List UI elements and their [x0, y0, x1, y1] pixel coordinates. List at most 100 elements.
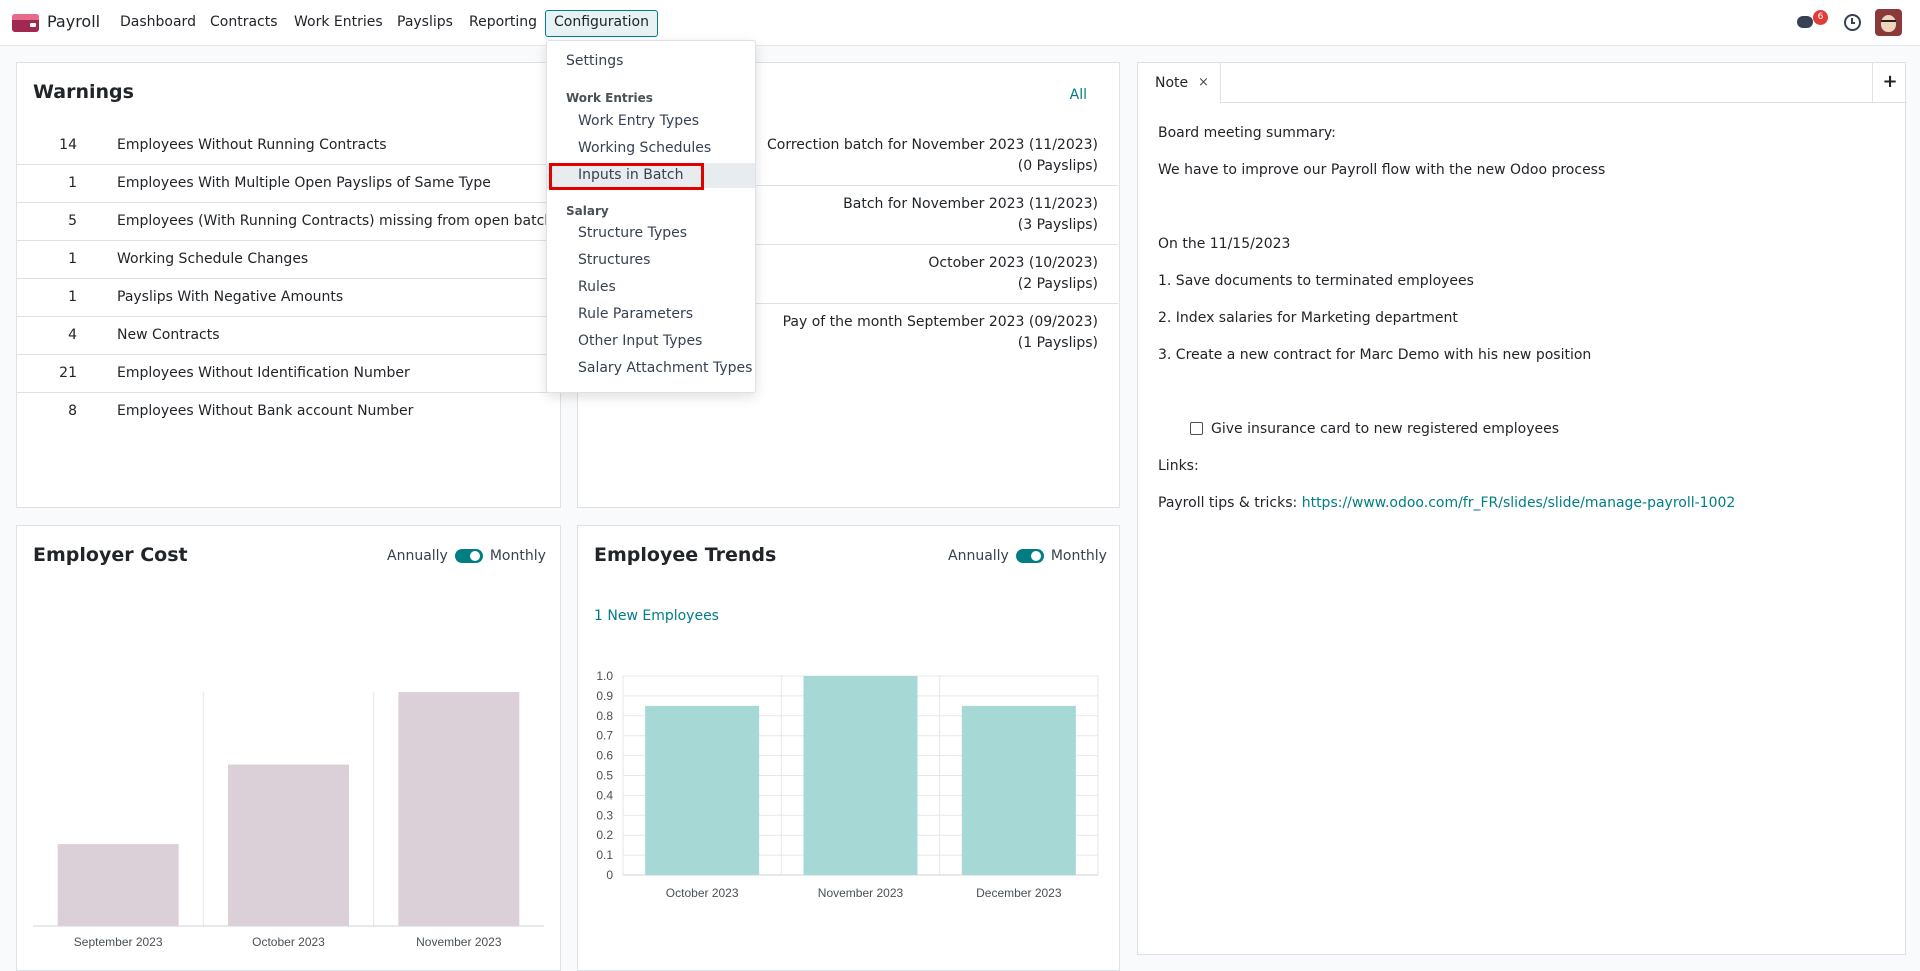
note-text: 1. Save documents to terminated employee… — [1158, 273, 1474, 289]
menu-work-entries[interactable]: Work Entries — [294, 14, 383, 30]
tab-note[interactable]: Note × — [1138, 63, 1221, 103]
chart-bar — [228, 764, 349, 926]
warning-label: Working Schedule Changes — [117, 251, 309, 267]
menu-item-label: Other Input Types — [578, 333, 703, 349]
menu-item-structure-types[interactable]: Structure Types — [547, 221, 755, 246]
chart-bar — [645, 705, 760, 875]
toggle-annually-label: Annually — [948, 548, 1009, 564]
tab-note-label: Note — [1155, 75, 1189, 91]
close-icon[interactable]: × — [1198, 75, 1209, 90]
y-tick-label: 0 — [606, 868, 613, 882]
employer-cost-card: Employer Cost Annually Monthly September… — [16, 525, 561, 971]
menu-item-label: Rules — [578, 279, 616, 295]
warning-label: Employees (With Running Contracts) missi… — [117, 213, 570, 229]
activity-clock-icon[interactable] — [1844, 14, 1861, 31]
user-avatar[interactable] — [1875, 9, 1902, 36]
menu-reporting[interactable]: Reporting — [469, 14, 537, 30]
all-batches-link[interactable]: All — [1070, 87, 1087, 103]
employer-cost-chart: September 2023 October 2023 November 2023 — [33, 692, 544, 949]
warning-label: Employees Without Bank account Number — [117, 403, 414, 419]
y-tick-label: 0.5 — [596, 769, 613, 783]
warning-label: Employees Without Running Contracts — [117, 137, 387, 153]
employer-cost-title: Employer Cost — [33, 544, 188, 566]
y-tick-label: 0.3 — [596, 808, 613, 822]
batch-payslip-count: (2 Payslips) — [1017, 276, 1098, 292]
chat-badge: 6 — [1813, 10, 1828, 25]
menu-item-other-input-types[interactable]: Other Input Types — [547, 329, 755, 354]
warning-count: 8 — [68, 403, 77, 419]
warning-row[interactable]: 1 Working Schedule Changes — [17, 241, 561, 279]
period-switch[interactable] — [1015, 549, 1044, 563]
warnings-title: Warnings — [33, 81, 134, 103]
batch-name: Pay of the month September 2023 (09/2023… — [782, 314, 1098, 330]
employee-trends-card: Employee Trends Annually Monthly 1 New E… — [577, 525, 1120, 971]
payroll-tips-link[interactable]: https://www.odoo.com/fr_FR/slides/slide/… — [1302, 495, 1736, 511]
batch-payslip-count: (0 Payslips) — [1017, 158, 1098, 174]
top-navbar: Payroll Dashboard Contracts Work Entries… — [0, 0, 1920, 46]
warning-row[interactable]: 14 Employees Without Running Contracts — [17, 127, 561, 165]
menu-section-work-entries: Work Entries — [566, 91, 653, 105]
menu-dashboard[interactable]: Dashboard — [120, 14, 196, 30]
warning-count: 4 — [68, 327, 77, 343]
menu-configuration[interactable]: Configuration — [545, 10, 658, 37]
x-tick-label: October 2023 — [666, 886, 739, 900]
toggle-annually-label: Annually — [387, 548, 448, 564]
employee-trends-period-toggle[interactable]: Annually Monthly — [948, 548, 1107, 564]
x-tick-label: November 2023 — [818, 886, 904, 900]
chart-bar — [961, 705, 1076, 875]
menu-item-label: Settings — [566, 53, 624, 69]
warning-row[interactable]: 4 New Contracts — [17, 317, 561, 355]
batch-payslip-count: (3 Payslips) — [1017, 217, 1098, 233]
warning-count: 1 — [68, 251, 77, 267]
menu-item-working-schedules[interactable]: Working Schedules — [547, 136, 755, 161]
warning-label: Employees Without Identification Number — [117, 365, 410, 381]
y-tick-label: 0.8 — [596, 709, 613, 723]
employee-trends-title: Employee Trends — [594, 544, 777, 566]
warning-label: New Contracts — [117, 327, 220, 343]
payroll-app-icon[interactable] — [12, 14, 39, 32]
period-switch[interactable] — [454, 549, 483, 563]
menu-item-structures[interactable]: Structures — [547, 248, 755, 273]
configuration-dropdown: Settings Work Entries Work Entry Types W… — [546, 40, 756, 393]
note-card: Note × + Board meeting summary: We have … — [1137, 62, 1907, 955]
y-tick-label: 0.4 — [596, 788, 613, 802]
warning-row[interactable]: 8 Employees Without Bank account Number — [17, 393, 561, 431]
y-tick-label: 0.2 — [596, 828, 613, 842]
note-text: On the 11/15/2023 — [1158, 236, 1291, 252]
note-text: Links: — [1158, 458, 1199, 474]
menu-payslips[interactable]: Payslips — [397, 14, 453, 30]
checklist-label: Give insurance card to new registered em… — [1211, 421, 1560, 437]
app-name[interactable]: Payroll — [47, 12, 100, 31]
menu-item-settings[interactable]: Settings — [547, 49, 755, 74]
note-text: Board meeting summary: — [1158, 125, 1336, 141]
menu-item-salary-attachment-types[interactable]: Salary Attachment Types — [547, 356, 755, 381]
batch-payslip-count: (1 Payslips) — [1017, 335, 1098, 351]
checkbox[interactable] — [1190, 422, 1203, 435]
y-tick-label: 0.1 — [596, 848, 613, 862]
menu-contracts[interactable]: Contracts — [210, 14, 278, 30]
employer-cost-period-toggle[interactable]: Annually Monthly — [387, 548, 546, 564]
batch-name: Correction batch for November 2023 (11/2… — [767, 137, 1098, 153]
menu-item-rules[interactable]: Rules — [547, 275, 755, 300]
warning-count: 1 — [68, 289, 77, 305]
menu-item-rule-parameters[interactable]: Rule Parameters — [547, 302, 755, 327]
warning-row[interactable]: 1 Payslips With Negative Amounts — [17, 279, 561, 317]
menu-item-label: Working Schedules — [578, 140, 712, 156]
batch-name: October 2023 (10/2023) — [928, 255, 1098, 271]
add-note-button[interactable]: + — [1872, 63, 1907, 103]
warning-row[interactable]: 21 Employees Without Identification Numb… — [17, 355, 561, 393]
new-employees-link[interactable]: 1 New Employees — [594, 608, 719, 624]
y-tick-label: 0.7 — [596, 729, 613, 743]
warning-count: 21 — [59, 365, 77, 381]
x-tick-label: November 2023 — [416, 935, 502, 949]
note-text: 3. Create a new contract for Marc Demo w… — [1158, 347, 1592, 363]
warning-row[interactable]: 5 Employees (With Running Contracts) mis… — [17, 203, 569, 241]
note-tips-line: Payroll tips & tricks: https://www.odoo.… — [1158, 495, 1735, 511]
note-text: 2. Index salaries for Marketing departme… — [1158, 310, 1458, 326]
menu-item-work-entry-types[interactable]: Work Entry Types — [547, 109, 755, 134]
menu-item-label: Structure Types — [578, 225, 688, 241]
warning-row[interactable]: 1 Employees With Multiple Open Payslips … — [17, 165, 561, 203]
note-text: Payroll tips & tricks: — [1158, 495, 1298, 511]
employee-trends-chart: 0 0.1 0.2 0.3 0.4 0.5 0.6 0.7 0.8 0.9 1.0 October 2… — [596, 669, 1099, 900]
note-checklist-item[interactable]: Give insurance card to new registered em… — [1190, 421, 1559, 437]
